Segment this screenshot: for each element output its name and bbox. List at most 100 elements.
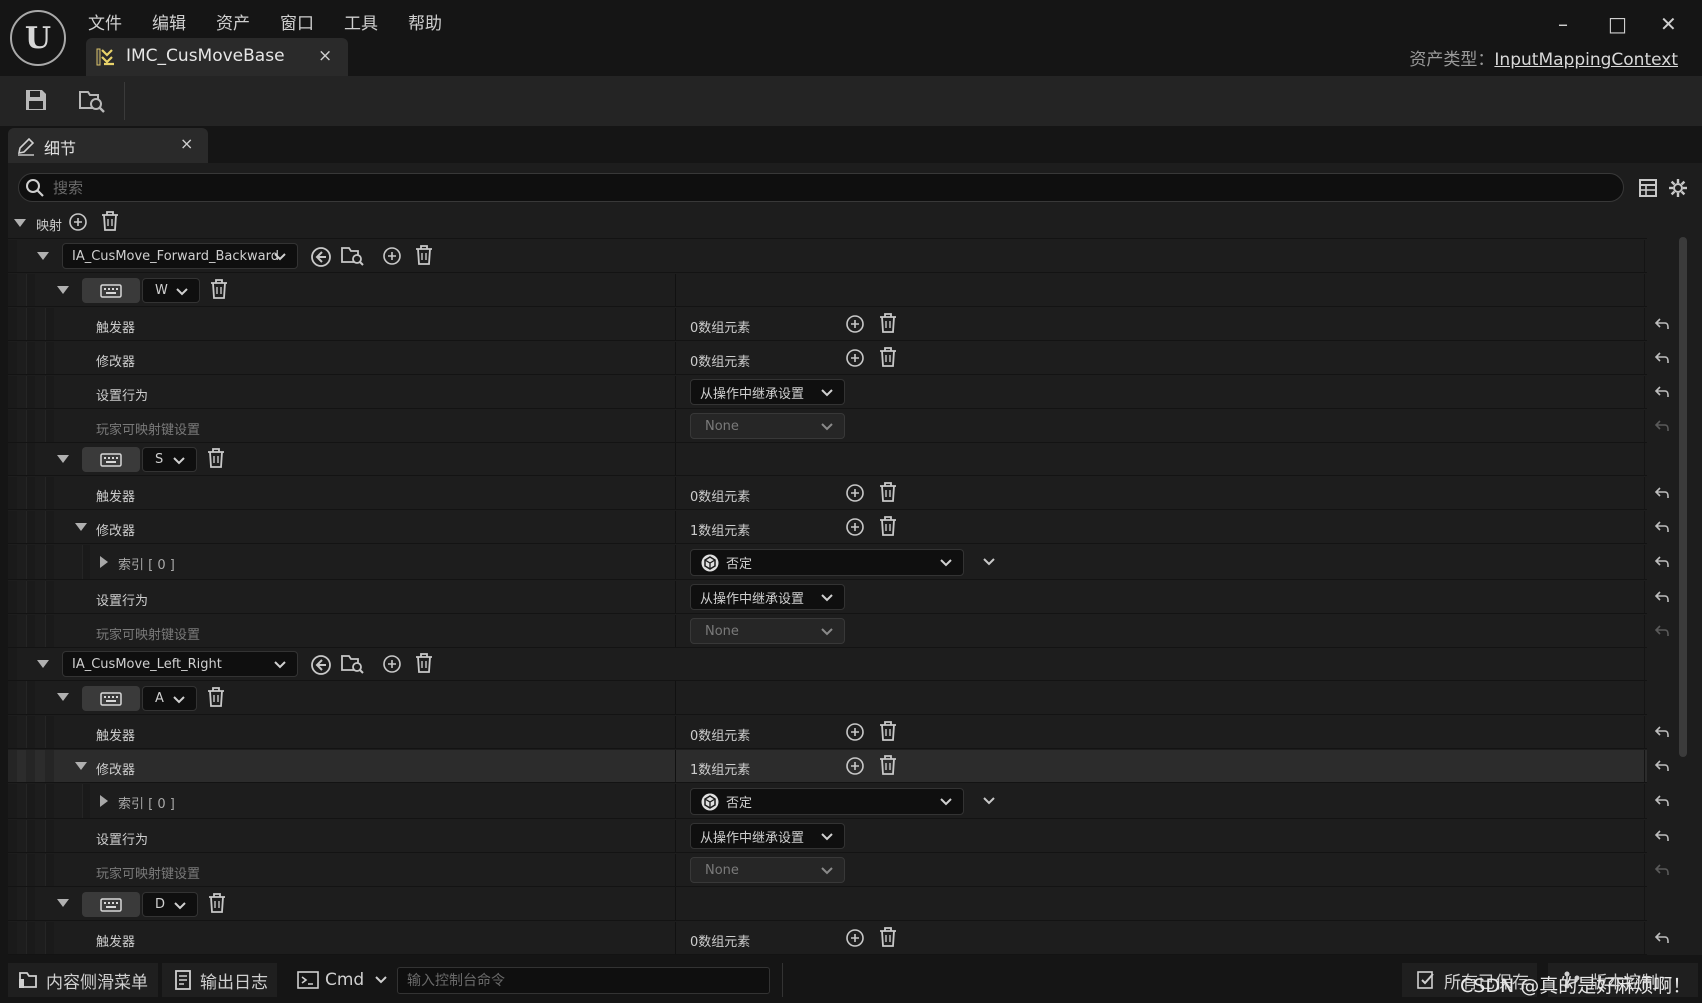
add-element-icon[interactable] (845, 756, 865, 776)
collapse-arrow-icon[interactable] (75, 762, 87, 770)
delete-key-icon[interactable] (207, 687, 225, 707)
expand-arrow-icon[interactable] (100, 556, 108, 568)
delete-key-icon[interactable] (208, 893, 226, 913)
player-mappable-dropdown[interactable]: None (690, 857, 845, 883)
close-window-button[interactable]: ✕ (1660, 12, 1677, 36)
input-action-dropdown[interactable]: IA_CusMove_Forward_Backward (62, 243, 298, 269)
input-action-dropdown[interactable]: IA_CusMove_Left_Right (62, 651, 298, 677)
player-mappable-dropdown[interactable]: None (690, 413, 845, 439)
add-element-icon[interactable] (845, 348, 865, 368)
key-selector-dropdown[interactable]: D (142, 892, 198, 917)
key-selector-dropdown[interactable]: S (142, 447, 197, 472)
reset-to-default-icon[interactable] (1654, 759, 1670, 773)
modifier-class-dropdown[interactable]: 否定 (690, 788, 964, 815)
collapse-arrow-icon[interactable] (75, 523, 87, 531)
clear-elements-icon[interactable] (879, 516, 897, 536)
clear-elements-icon[interactable] (879, 927, 897, 947)
collapse-arrow-icon[interactable] (37, 660, 49, 668)
search-box[interactable] (18, 173, 1624, 202)
save-icon[interactable] (24, 88, 48, 112)
delete-mapping-icon[interactable] (101, 211, 119, 231)
table-view-icon[interactable] (1638, 178, 1658, 198)
vertical-scrollbar[interactable] (1679, 237, 1687, 757)
collapse-arrow-icon[interactable] (57, 286, 69, 294)
search-input[interactable] (53, 177, 1553, 199)
collapse-arrow-icon[interactable] (37, 252, 49, 260)
reset-to-default-icon[interactable] (1654, 555, 1670, 569)
output-log-button[interactable]: 输出日志 (162, 963, 277, 997)
keyboard-icon[interactable] (82, 686, 140, 711)
add-element-icon[interactable] (845, 517, 865, 537)
keyboard-icon[interactable] (82, 447, 140, 472)
key-selector-dropdown[interactable]: W (142, 278, 200, 303)
clear-elements-icon[interactable] (879, 313, 897, 333)
reset-to-default-icon[interactable] (1654, 794, 1670, 808)
use-selected-back-arrow-icon[interactable] (310, 246, 332, 268)
maximize-button[interactable]: □ (1608, 12, 1627, 36)
asset-type-link[interactable]: InputMappingContext (1494, 50, 1678, 70)
add-element-icon[interactable] (845, 314, 865, 334)
player-mappable-label: 玩家可映射键设置 (96, 628, 201, 643)
minimize-button[interactable]: – (1558, 12, 1568, 36)
keyboard-icon[interactable] (82, 892, 140, 917)
delete-action-icon[interactable] (415, 653, 433, 673)
reset-to-default-icon[interactable] (1654, 590, 1670, 604)
reset-to-default-icon[interactable] (1654, 351, 1670, 365)
reset-to-default-icon[interactable] (1654, 317, 1670, 331)
collapse-arrow-icon[interactable] (57, 899, 69, 907)
menu-help[interactable]: 帮助 (408, 9, 442, 34)
setting-behavior-dropdown[interactable]: 从操作中继承设置 (690, 823, 845, 849)
player-mappable-dropdown[interactable]: None (690, 618, 845, 644)
browse-folder-icon[interactable] (341, 245, 365, 267)
menu-window[interactable]: 窗口 (280, 9, 314, 34)
clear-elements-icon[interactable] (879, 721, 897, 741)
cmd-selector[interactable]: Cmd (285, 963, 389, 997)
keyboard-icon[interactable] (82, 278, 140, 303)
use-selected-back-arrow-icon[interactable] (310, 654, 332, 676)
reset-to-default-icon[interactable] (1654, 520, 1670, 534)
browse-to-asset-icon[interactable] (78, 88, 106, 114)
add-key-icon[interactable] (382, 654, 402, 674)
menu-file[interactable]: 文件 (88, 9, 122, 34)
setting-behavior-dropdown[interactable]: 从操作中继承设置 (690, 584, 845, 610)
add-element-icon[interactable] (845, 483, 865, 503)
reset-to-default-icon[interactable] (1654, 931, 1670, 945)
reset-to-default-icon[interactable] (1654, 385, 1670, 399)
expand-arrow-icon[interactable] (100, 795, 108, 807)
delete-action-icon[interactable] (415, 245, 433, 265)
add-key-icon[interactable] (382, 246, 402, 266)
add-mapping-icon[interactable] (68, 212, 88, 232)
reset-column-divider (1644, 376, 1645, 408)
collapse-arrow-icon[interactable] (14, 219, 26, 227)
details-tab-close-button[interactable]: × (180, 134, 193, 153)
collapse-arrow-icon[interactable] (57, 693, 69, 701)
content-drawer-button[interactable]: 内容侧滑菜单 (8, 963, 158, 997)
collapse-arrow-icon[interactable] (57, 455, 69, 463)
expand-options-chevron-icon[interactable] (982, 794, 996, 808)
modifier-class-dropdown[interactable]: 否定 (690, 549, 964, 576)
clear-elements-icon[interactable] (879, 347, 897, 367)
key-selector-dropdown[interactable]: A (142, 686, 197, 711)
menu-edit[interactable]: 编辑 (152, 9, 186, 34)
clear-elements-icon[interactable] (879, 755, 897, 775)
reset-to-default-icon[interactable] (1654, 725, 1670, 739)
setting-behavior-dropdown[interactable]: 从操作中继承设置 (690, 379, 845, 405)
reset-to-default-icon[interactable] (1654, 829, 1670, 843)
delete-key-icon[interactable] (210, 279, 228, 299)
document-tab[interactable]: IMC_CusMoveBase × (86, 38, 348, 76)
console-command-input[interactable] (397, 967, 770, 994)
add-element-icon[interactable] (845, 928, 865, 948)
delete-key-icon[interactable] (207, 448, 225, 468)
menu-asset[interactable]: 资产 (216, 9, 250, 34)
expand-options-chevron-icon[interactable] (982, 555, 996, 569)
menu-tools[interactable]: 工具 (344, 9, 378, 34)
indent-gutter (8, 342, 17, 374)
clear-elements-icon[interactable] (879, 482, 897, 502)
document-tab-close-button[interactable]: × (318, 46, 332, 66)
reset-to-default-icon[interactable] (1654, 486, 1670, 500)
add-element-icon[interactable] (845, 722, 865, 742)
browse-folder-icon[interactable] (341, 653, 365, 675)
unreal-logo-icon[interactable]: U (10, 10, 66, 66)
settings-gear-icon[interactable] (1668, 178, 1688, 198)
details-tab[interactable]: 细节 × (8, 128, 208, 163)
